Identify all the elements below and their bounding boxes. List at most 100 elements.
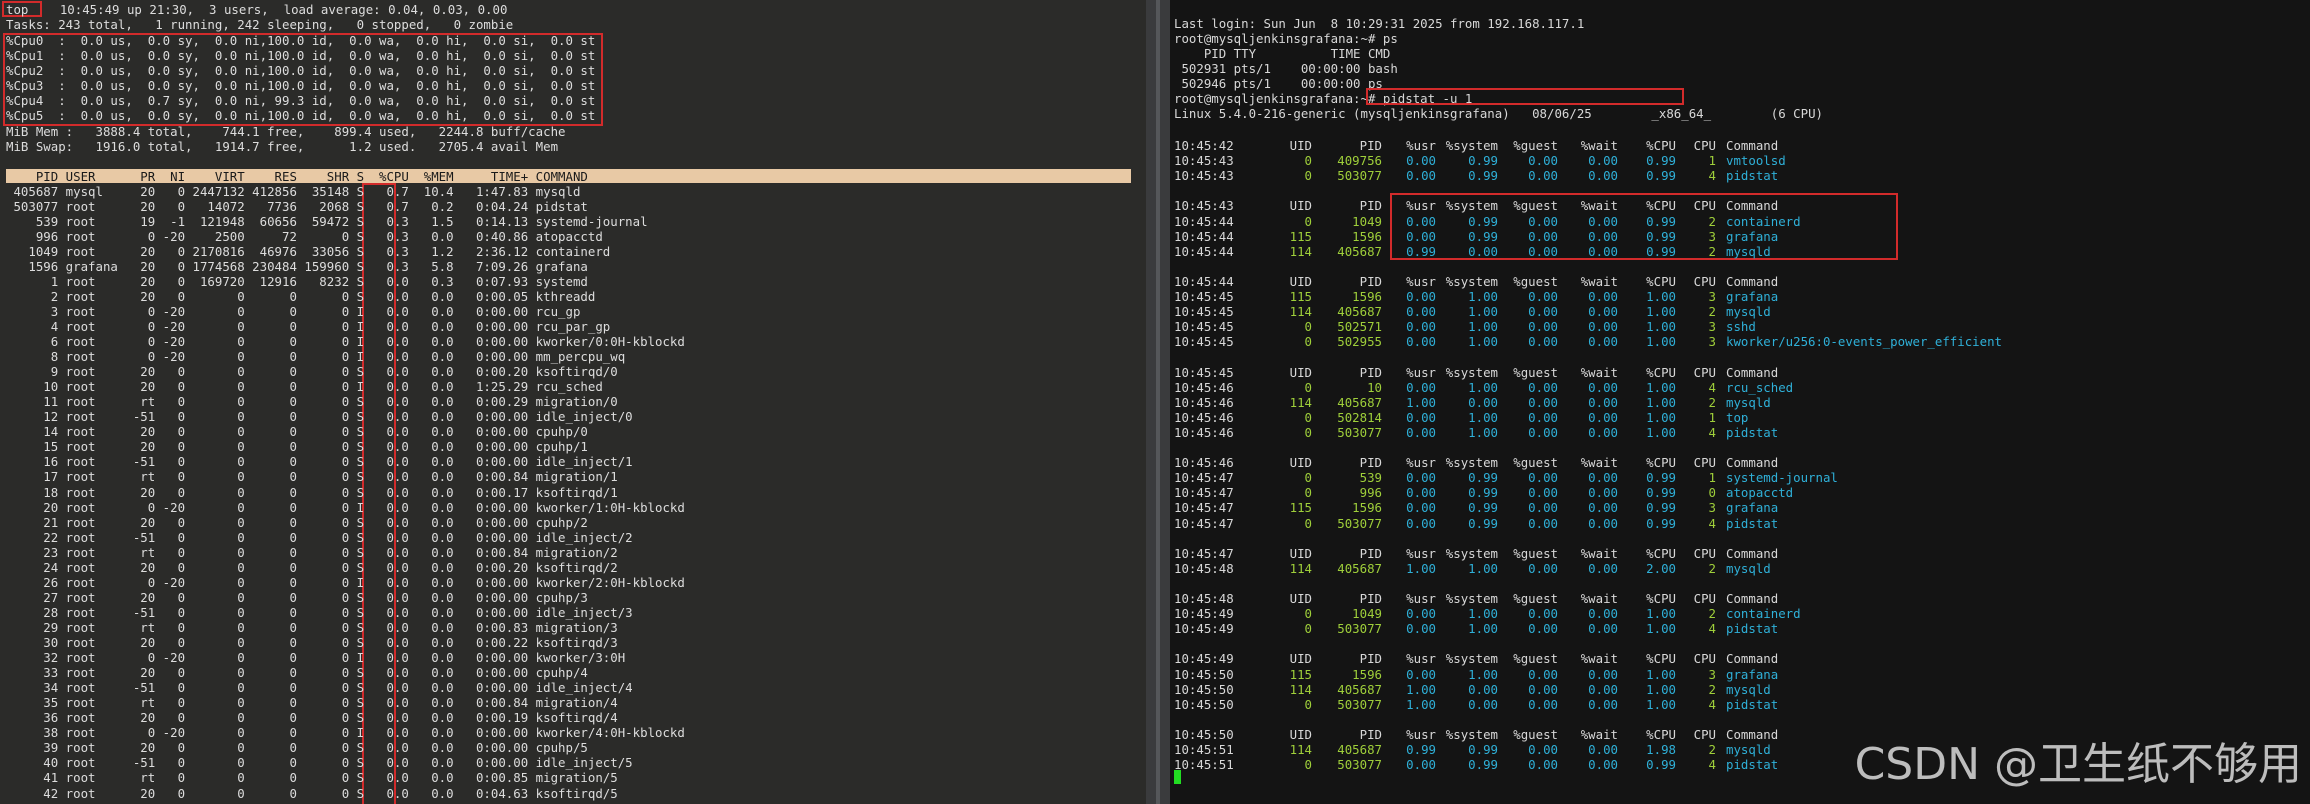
pidstat-cell: 0.00 bbox=[1588, 515, 1618, 531]
pidstat-cell: 1596 bbox=[1352, 289, 1382, 304]
process-row: 21 root 20 0 0 0 0 S 0.0 0.0 0:00.00 cpu… bbox=[6, 514, 588, 530]
pidstat-cell: 0.00 bbox=[1588, 243, 1618, 259]
block-header-col: PID bbox=[1359, 138, 1382, 153]
pidstat-cell: 10:45:44 bbox=[1174, 243, 1234, 259]
block-header-col: %system bbox=[1445, 198, 1498, 214]
pidstat-cell: 0.00 bbox=[1528, 424, 1558, 440]
pidstat-command: containerd bbox=[1726, 606, 1801, 622]
top-terminal-pane[interactable]: top 10:45:49 up 21:30, 3 users, load ave… bbox=[0, 0, 1146, 804]
pidstat-cell: 4 bbox=[1708, 424, 1716, 440]
pidstat-cell: 0.00 bbox=[1588, 409, 1618, 425]
pidstat-cell: 0.00 bbox=[1528, 168, 1558, 184]
block-header-col: CPU bbox=[1693, 138, 1716, 153]
pidstat-cell: 0 bbox=[1304, 757, 1312, 773]
pidstat-cell: 10:45:47 bbox=[1174, 515, 1234, 531]
pidstat-cell: 0.00 bbox=[1528, 319, 1558, 335]
pidstat-cell: 0.00 bbox=[1528, 681, 1558, 697]
pidstat-cell: 1 bbox=[1708, 470, 1716, 486]
pane-divider[interactable] bbox=[1146, 0, 1170, 804]
pidstat-cell: 502814 bbox=[1337, 409, 1382, 425]
block-header-col: PID bbox=[1359, 273, 1382, 289]
pidstat-cell: 0.99 bbox=[1646, 757, 1676, 773]
pidstat-cell: 1.00 bbox=[1646, 394, 1676, 410]
pidstat-command: grafana bbox=[1726, 228, 1779, 244]
pidstat-command: systemd-journal bbox=[1726, 470, 1838, 486]
pidstat-command: top bbox=[1726, 409, 1749, 425]
swap-line: MiB Swap: 1916.0 total, 1914.7 free, 1.2… bbox=[6, 139, 559, 154]
process-row: 30 root 20 0 0 0 0 S 0.0 0.0 0:00.22 kso… bbox=[6, 635, 618, 650]
pidstat-cell: 2 bbox=[1708, 394, 1716, 410]
block-header-col: %CPU bbox=[1646, 591, 1676, 606]
pidstat-cell: 0.00 bbox=[1588, 379, 1618, 395]
pidstat-cell: 0.00 bbox=[1468, 696, 1498, 712]
pidstat-cell: 114 bbox=[1289, 243, 1312, 259]
pidstat-cell: 1.00 bbox=[1646, 334, 1676, 350]
pidstat-terminal-pane[interactable]: Last login: Sun Jun 8 10:29:31 2025 from… bbox=[1170, 0, 2310, 804]
pidstat-command: mysqld bbox=[1726, 681, 1771, 697]
pidstat-cell: 0.00 bbox=[1406, 153, 1436, 169]
pidstat-cell: 405687 bbox=[1337, 394, 1382, 410]
block-header-col: UID bbox=[1289, 364, 1312, 380]
pidstat-cell: 0.99 bbox=[1406, 742, 1436, 757]
process-row: 33 root 20 0 0 0 0 S 0.0 0.0 0:00.00 cpu… bbox=[6, 665, 588, 681]
pidstat-cell: 4 bbox=[1708, 696, 1716, 712]
pidstat-cell: 0.00 bbox=[1588, 500, 1618, 516]
pidstat-cell: 0.99 bbox=[1468, 500, 1498, 516]
cpu-line: %Cpu4 : 0.0 us, 0.7 sy, 0.0 ni, 99.3 id,… bbox=[6, 93, 596, 108]
pidstat-command: rcu_sched bbox=[1726, 379, 1794, 395]
pidstat-cell: 0.00 bbox=[1528, 394, 1558, 410]
block-header-col: PID bbox=[1359, 198, 1382, 214]
block-header-col: UID bbox=[1289, 545, 1312, 561]
pidstat-cell: 4 bbox=[1708, 621, 1716, 637]
pidstat-cell: 0.99 bbox=[1468, 515, 1498, 531]
pidstat-cell: 0.00 bbox=[1588, 168, 1618, 184]
pidstat-cell: 10:45:47 bbox=[1174, 500, 1234, 516]
pidstat-cell: 0 bbox=[1304, 470, 1312, 486]
block-header-col: %usr bbox=[1406, 273, 1436, 289]
pidstat-cell: 1.98 bbox=[1646, 742, 1676, 757]
pidstat-cell: 2 bbox=[1708, 243, 1716, 259]
pidstat-cell: 1596 bbox=[1352, 228, 1382, 244]
intro-line: PID TTY TIME CMD bbox=[1174, 46, 1391, 61]
pidstat-cell: 115 bbox=[1289, 500, 1312, 516]
pidstat-cell: 1.00 bbox=[1646, 696, 1676, 712]
pidstat-cell: 115 bbox=[1289, 289, 1312, 304]
process-row: 32 root 0 -20 0 0 0 I 0.0 0.0 0:00.00 kw… bbox=[6, 650, 626, 666]
pidstat-cell: 3 bbox=[1708, 334, 1716, 350]
pidstat-cell: 0.00 bbox=[1588, 681, 1618, 697]
pidstat-cell: 2 bbox=[1708, 606, 1716, 622]
pidstat-cell: 0.00 bbox=[1588, 394, 1618, 410]
cpu-line: %Cpu0 : 0.0 us, 0.0 sy, 0.0 ni,100.0 id,… bbox=[6, 33, 596, 48]
block-header-time: 10:45:50 bbox=[1174, 726, 1234, 742]
pidstat-cell: 10:45:47 bbox=[1174, 470, 1234, 486]
pidstat-cell: 0.99 bbox=[1646, 228, 1676, 244]
pidstat-cell: 1.00 bbox=[1646, 304, 1676, 320]
process-row: 42 root 20 0 0 0 0 S 0.0 0.0 0:04.63 kso… bbox=[6, 785, 618, 801]
block-header-col: UID bbox=[1289, 726, 1312, 742]
pidstat-command: atopacctd bbox=[1726, 485, 1794, 501]
process-row: 14 root 20 0 0 0 0 S 0.0 0.0 0:00.00 cpu… bbox=[6, 424, 588, 440]
block-header-col: Command bbox=[1726, 138, 1779, 153]
pidstat-cell: 1.00 bbox=[1468, 289, 1498, 304]
pidstat-cell: 0.00 bbox=[1528, 696, 1558, 712]
block-header-col: %system bbox=[1445, 138, 1498, 153]
pidstat-command: containerd bbox=[1726, 213, 1801, 229]
process-row: 4 root 0 -20 0 0 0 I 0.0 0.0 0:00.00 rcu… bbox=[6, 318, 611, 334]
block-header-col: CPU bbox=[1693, 455, 1716, 471]
pidstat-cell: 503077 bbox=[1337, 424, 1382, 440]
pidstat-cell: 10:45:51 bbox=[1174, 742, 1234, 757]
pidstat-cell: 1.00 bbox=[1406, 560, 1436, 576]
block-header-time: 10:45:49 bbox=[1174, 651, 1234, 667]
pidstat-cell: 0.00 bbox=[1588, 424, 1618, 440]
pidstat-cell: 539 bbox=[1359, 470, 1382, 486]
pidstat-cell: 10:45:49 bbox=[1174, 606, 1234, 622]
pidstat-cell: 0.00 bbox=[1588, 560, 1618, 576]
process-row: 996 root 0 -20 2500 72 0 S 0.3 0.0 0:40.… bbox=[6, 228, 603, 244]
pidstat-cell: 0.00 bbox=[1406, 289, 1436, 304]
pidstat-cell: 2 bbox=[1708, 681, 1716, 697]
block-header-col: %usr bbox=[1406, 364, 1436, 380]
block-header-time: 10:45:44 bbox=[1174, 273, 1234, 289]
pidstat-cell: 0.99 bbox=[1468, 213, 1498, 229]
block-header-col: %usr bbox=[1406, 651, 1436, 667]
pidstat-cell: 0.00 bbox=[1588, 696, 1618, 712]
